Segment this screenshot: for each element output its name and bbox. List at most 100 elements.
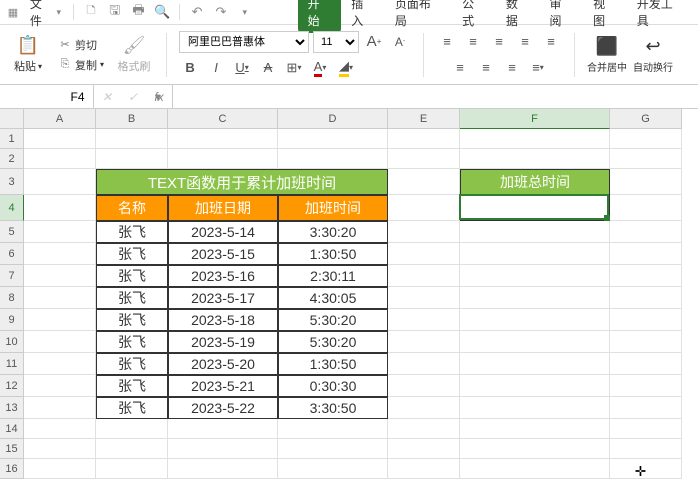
- col-header-A[interactable]: A: [24, 109, 96, 129]
- cell[interactable]: [388, 169, 460, 195]
- cell[interactable]: [96, 459, 168, 479]
- cell[interactable]: [610, 287, 682, 309]
- cell[interactable]: [168, 439, 278, 459]
- cell[interactable]: [24, 397, 96, 419]
- cell[interactable]: [24, 459, 96, 479]
- fx-button[interactable]: fx: [146, 85, 172, 109]
- row-header-4[interactable]: 4: [0, 195, 24, 221]
- cell[interactable]: 张飞: [96, 397, 168, 419]
- row-header-5[interactable]: 5: [0, 221, 24, 243]
- cell[interactable]: 2023-5-20: [168, 353, 278, 375]
- tab-data[interactable]: 数据: [496, 0, 540, 33]
- cell[interactable]: 0:30:30: [278, 375, 388, 397]
- cell[interactable]: [460, 129, 610, 149]
- cell[interactable]: [278, 439, 388, 459]
- cell[interactable]: 张飞: [96, 331, 168, 353]
- cell[interactable]: [610, 397, 682, 419]
- cell[interactable]: [610, 439, 682, 459]
- cell-grid[interactable]: TEXT函数用于累计加班时间加班总时间名称加班日期加班时间张飞2023-5-14…: [24, 129, 682, 479]
- cell[interactable]: 2023-5-15: [168, 243, 278, 265]
- align-center-button[interactable]: ≡: [475, 57, 497, 79]
- cell[interactable]: [610, 129, 682, 149]
- spreadsheet[interactable]: ABCDEFG 12345678910111213141516 TEXT函数用于…: [0, 109, 698, 503]
- cell[interactable]: [388, 439, 460, 459]
- cell[interactable]: 2023-5-16: [168, 265, 278, 287]
- cell[interactable]: [24, 353, 96, 375]
- align-middle-button[interactable]: ≡: [462, 31, 484, 53]
- cell[interactable]: [610, 459, 682, 479]
- cell[interactable]: [24, 195, 96, 221]
- col-header-C[interactable]: C: [168, 109, 278, 129]
- cell[interactable]: 5:30:20: [278, 331, 388, 353]
- align-bottom-button[interactable]: ≡: [488, 31, 510, 53]
- cell[interactable]: [460, 439, 610, 459]
- cell[interactable]: [24, 375, 96, 397]
- row-header-13[interactable]: 13: [0, 397, 24, 419]
- cell[interactable]: [24, 309, 96, 331]
- cell[interactable]: [278, 149, 388, 169]
- tab-dev[interactable]: 开发工具: [627, 0, 694, 33]
- italic-button[interactable]: I: [205, 57, 227, 79]
- decrease-indent-button[interactable]: ≡: [514, 31, 536, 53]
- row-header-7[interactable]: 7: [0, 265, 24, 287]
- cell[interactable]: 2023-5-21: [168, 375, 278, 397]
- row-header-11[interactable]: 11: [0, 353, 24, 375]
- border-button[interactable]: ⊞▾: [283, 57, 305, 79]
- cell[interactable]: [460, 287, 610, 309]
- auto-wrap-button[interactable]: ↩ 自动换行: [633, 31, 673, 79]
- cell[interactable]: [96, 439, 168, 459]
- cell[interactable]: [460, 353, 610, 375]
- cell[interactable]: 3:30:20: [278, 221, 388, 243]
- cell[interactable]: 2023-5-17: [168, 287, 278, 309]
- qat-dropdown-icon[interactable]: ▾: [234, 1, 256, 23]
- cell[interactable]: [460, 419, 610, 439]
- cell[interactable]: [460, 459, 610, 479]
- cell[interactable]: [610, 375, 682, 397]
- qat-save-icon[interactable]: 🖫: [104, 1, 126, 23]
- cell[interactable]: [610, 265, 682, 287]
- strikethrough-button[interactable]: A: [257, 57, 279, 79]
- col-header-E[interactable]: E: [388, 109, 460, 129]
- cell[interactable]: 1:30:50: [278, 353, 388, 375]
- tab-start[interactable]: 开始: [298, 0, 342, 33]
- cell[interactable]: [460, 309, 610, 331]
- cell[interactable]: 2023-5-18: [168, 309, 278, 331]
- orientation-button[interactable]: ≡▾: [527, 57, 549, 79]
- merge-center-button[interactable]: ⬛ 合并居中: [587, 31, 627, 79]
- row-header-1[interactable]: 1: [0, 129, 24, 149]
- cell[interactable]: [388, 397, 460, 419]
- cell[interactable]: [388, 221, 460, 243]
- cell[interactable]: [24, 221, 96, 243]
- cell[interactable]: 1:30:50: [278, 243, 388, 265]
- underline-button[interactable]: U▾: [231, 57, 253, 79]
- increase-font-button[interactable]: A+: [363, 31, 385, 53]
- row-header-9[interactable]: 9: [0, 309, 24, 331]
- cell[interactable]: [388, 265, 460, 287]
- cell[interactable]: [460, 221, 610, 243]
- cell[interactable]: [24, 243, 96, 265]
- cell[interactable]: [610, 149, 682, 169]
- font-size-select[interactable]: 11: [313, 31, 359, 53]
- cell[interactable]: [610, 221, 682, 243]
- cell[interactable]: 加班时间: [278, 195, 388, 221]
- confirm-button[interactable]: ✓: [120, 85, 146, 109]
- tab-formula[interactable]: 公式: [452, 0, 496, 33]
- cell[interactable]: [610, 419, 682, 439]
- decrease-font-button[interactable]: A-: [389, 31, 411, 53]
- cell[interactable]: 2:30:11: [278, 265, 388, 287]
- increase-indent-button[interactable]: ≡: [540, 31, 562, 53]
- cell[interactable]: 加班总时间: [460, 169, 610, 195]
- col-header-D[interactable]: D: [278, 109, 388, 129]
- row-header-3[interactable]: 3: [0, 169, 24, 195]
- qat-new-icon[interactable]: 🗅: [80, 1, 102, 23]
- select-all-corner[interactable]: [0, 109, 24, 129]
- format-painter-button[interactable]: 🖌 格式刷: [114, 31, 154, 79]
- cell[interactable]: 5:30:20: [278, 309, 388, 331]
- cell[interactable]: [388, 375, 460, 397]
- cell[interactable]: [388, 309, 460, 331]
- cell[interactable]: [460, 243, 610, 265]
- cell[interactable]: 张飞: [96, 221, 168, 243]
- font-name-select[interactable]: 阿里巴巴普惠体: [179, 31, 309, 53]
- cell[interactable]: 张飞: [96, 353, 168, 375]
- cell[interactable]: [168, 419, 278, 439]
